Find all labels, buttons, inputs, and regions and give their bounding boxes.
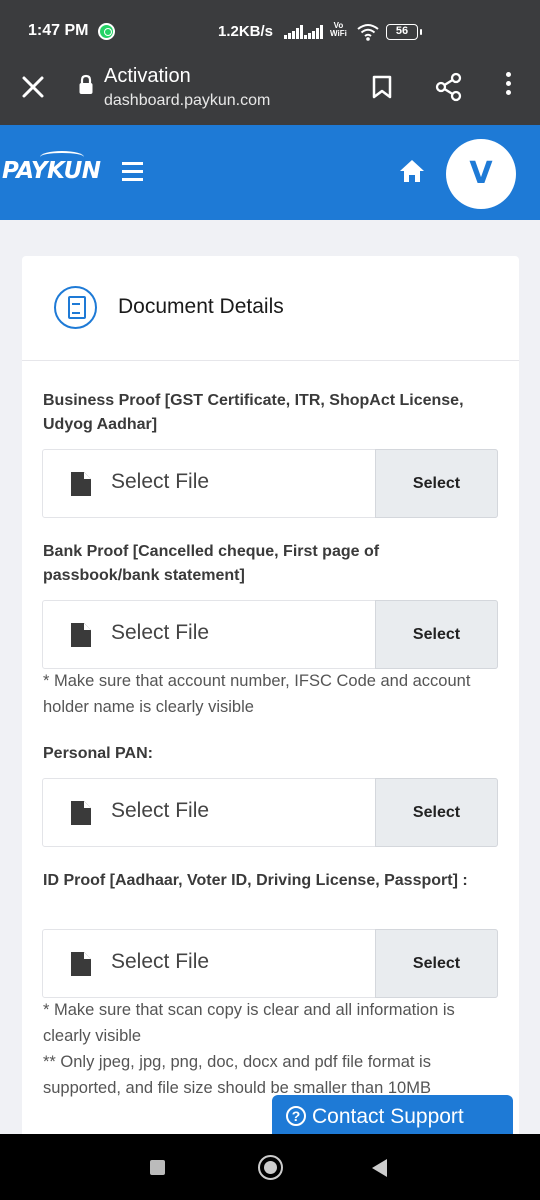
personal-pan-label: Personal PAN: (43, 745, 153, 762)
wifi-icon (357, 24, 379, 41)
help-icon: ? (286, 1106, 306, 1126)
personal-pan-file-input[interactable]: Select File Select (42, 778, 498, 847)
business-proof-select-button[interactable]: Select (375, 449, 498, 518)
browser-toolbar: Activation dashboard.paykun.com (0, 62, 540, 125)
card-title: Document Details (118, 295, 284, 318)
id-proof-note: * Make sure that scan copy is clear and … (43, 1001, 455, 1045)
business-proof-file-input[interactable]: Select File Select (42, 449, 498, 518)
more-options-icon[interactable] (500, 72, 516, 100)
whatsapp-icon (98, 23, 115, 40)
file-icon (71, 801, 91, 825)
page-url[interactable]: dashboard.paykun.com (104, 92, 270, 110)
paykun-logo[interactable]: PAYKUN (2, 158, 101, 184)
document-details-card: Document Details Business Proof [GST Cer… (22, 256, 519, 1156)
status-bar: 1:47 PM 1.2KB/s Vo WiFi 56 (0, 0, 540, 62)
id-proof-select-button[interactable]: Select (375, 929, 498, 998)
file-icon (71, 623, 91, 647)
business-proof-label: Business Proof [GST Certificate, ITR, Sh… (43, 392, 464, 433)
document-icon (54, 286, 97, 329)
file-format-note: ** Only jpeg, jpg, png, doc, docx and pd… (43, 1053, 431, 1097)
bank-proof-note: * Make sure that account number, IFSC Co… (43, 672, 471, 716)
id-proof-label: ID Proof [Aadhaar, Voter ID, Driving Lic… (43, 872, 468, 889)
home-icon[interactable] (398, 158, 426, 184)
battery-icon: 56 (386, 24, 422, 40)
signal-icon-2 (304, 25, 323, 39)
app-header: PAYKUN V (0, 125, 540, 220)
bank-proof-file-input[interactable]: Select File Select (42, 600, 498, 669)
file-icon (71, 952, 91, 976)
network-speed: 1.2KB/s (218, 23, 274, 40)
file-placeholder: Select File (111, 621, 210, 644)
file-icon (71, 472, 91, 496)
file-placeholder: Select File (111, 799, 210, 822)
file-placeholder: Select File (111, 470, 210, 493)
recents-icon[interactable] (150, 1160, 165, 1175)
contact-support-label: Contact Support (312, 1105, 464, 1128)
user-avatar[interactable]: V (446, 139, 516, 209)
bank-proof-select-button[interactable]: Select (375, 600, 498, 669)
volte-indicator: Vo WiFi (330, 21, 347, 38)
bookmark-icon[interactable] (370, 74, 394, 100)
contact-support-button[interactable]: ? Contact Support (272, 1095, 513, 1139)
status-time: 1:47 PM (28, 22, 89, 39)
hamburger-menu-icon[interactable] (122, 162, 144, 182)
share-icon[interactable] (434, 72, 464, 102)
back-icon[interactable] (372, 1159, 387, 1177)
card-header: Document Details (22, 256, 519, 361)
close-icon[interactable] (20, 74, 46, 100)
file-placeholder: Select File (111, 950, 210, 973)
id-proof-file-input[interactable]: Select File Select (42, 929, 498, 998)
lock-icon (79, 74, 93, 94)
bank-proof-label: Bank Proof [Cancelled cheque, First page… (43, 543, 380, 584)
signal-icon (284, 25, 303, 39)
system-nav-bar (0, 1134, 540, 1200)
personal-pan-select-button[interactable]: Select (375, 778, 498, 847)
page-title: Activation (104, 65, 191, 87)
home-circle-icon[interactable] (258, 1155, 283, 1180)
